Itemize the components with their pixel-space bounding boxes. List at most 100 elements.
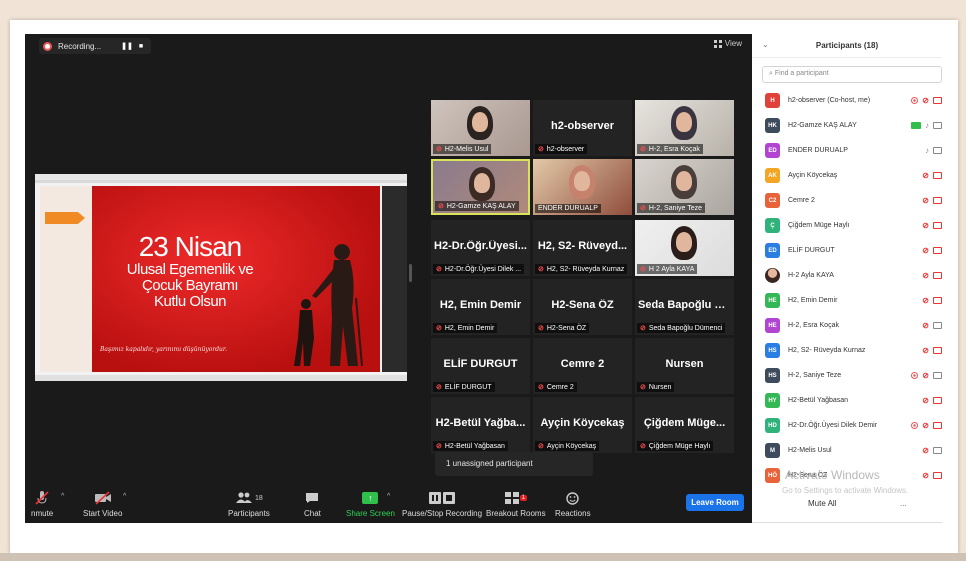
participant-video-tile[interactable]: H2-Sena ÖZ ⊘ H2-Sena ÖZ [533, 279, 632, 335]
mic-muted-icon: ⊘ [640, 384, 646, 391]
participant-video-tile[interactable]: H2, Emin Demir ⊘ H2, Emin Demir [431, 279, 530, 335]
mic-muted-icon [34, 489, 50, 507]
participant-name-label: ⊘ H2-Dr.Öğr.Üyesi Dilek ... [433, 264, 525, 274]
participant-status-icons: ⊘ [922, 396, 942, 405]
participant-row[interactable]: M H2-Melis Usul ⊘ [752, 438, 942, 463]
pause-stop-label: Pause/Stop Recording [402, 509, 483, 518]
participant-video-tile[interactable]: Çiğdem Müge... ⊘ Çiğdem Müge Haylı [635, 397, 734, 453]
participant-name: H2-Melis Usul [444, 145, 489, 153]
participant-video-tile[interactable]: Ayçin Köycekaş ⊘ Ayçin Köycekaş [533, 397, 632, 453]
avatar: HY [765, 393, 780, 408]
participant-row[interactable]: HS H-2, Saniye Teze ⊘ [752, 363, 942, 388]
participants-button[interactable]: 18 Participants [228, 489, 270, 518]
participant-row[interactable]: HK H2-Gamze KAŞ ALAY ♪ [752, 113, 942, 138]
participant-name: Ayçin Köycekaş [546, 442, 597, 450]
participant-name-label: ⊘ H2-Betül Yağbasan [433, 441, 508, 451]
presentation-slide: 23 Nisan Ulusal Egemenlik ve Çocuk Bayra… [40, 186, 380, 372]
participant-status-icons: ♪ [911, 121, 942, 130]
participant-video-tile[interactable]: H2-Dr.Öğr.Üyesi... ⊘ H2-Dr.Öğr.Üyesi Dilek… [431, 220, 530, 276]
participant-row[interactable]: ED ENDER DURUALP ♪ [752, 138, 942, 163]
avatar: AK [765, 168, 780, 183]
more-options-button[interactable]: ... [900, 499, 907, 508]
mute-all-button[interactable]: Mute All [808, 499, 836, 508]
participant-status-icons: ⊘ [922, 346, 942, 355]
breakout-rooms-button[interactable]: 1 Breakout Rooms [486, 489, 546, 518]
view-button[interactable]: View [713, 39, 742, 48]
slide-quote: Başımız kapalıdır, yarınımı düşünüyordur… [100, 346, 228, 353]
audio-options-chevron-icon[interactable]: ^ [61, 493, 64, 500]
participant-search-input[interactable]: ⌕ Find a participant [762, 66, 942, 83]
stop-recording-icon[interactable]: ■ [139, 43, 143, 50]
video-icon [933, 322, 942, 329]
participant-video-tile[interactable]: ⊘ H2-Gamze KAŞ ALAY [431, 159, 530, 215]
participant-row[interactable]: HS H2, S2- Rüveyda Kurnaz ⊘ [752, 338, 942, 363]
participant-display-name: Seda Bapoğlu D... [638, 299, 731, 311]
mic-muted-icon: ⊘ [640, 205, 646, 212]
participant-video-tile[interactable]: Seda Bapoğlu D... ⊘ Seda Bapoğlu Dümenci [635, 279, 734, 335]
participant-status-icons: ⊘ [922, 221, 942, 230]
shared-window-statusbar [35, 375, 407, 381]
participant-name-label: ⊘ H2-Gamze KAŞ ALAY [435, 201, 519, 211]
participant-row[interactable]: HY H2-Betül Yağbasan ⊘ [752, 388, 942, 413]
participant-status-icons: ⊘ [922, 246, 942, 255]
split-resize-handle[interactable] [409, 264, 412, 282]
participant-status-icons: ⊘ [922, 171, 942, 180]
participant-name: ELİF DURGUT [444, 383, 492, 391]
participant-row[interactable]: HD H2-Dr.Öğr.Üyesi Dilek Demir ⊘ [752, 413, 942, 438]
zoom-meeting-area: Recording... ❚❚ ■ View 23 Nisan Ulusal E… [25, 34, 752, 523]
participants-count: 18 [255, 494, 263, 502]
avatar: Ç [765, 218, 780, 233]
participant-status-icons: ⊘ [922, 471, 942, 480]
participant-video-tile[interactable]: ENDER DURUALP [533, 159, 632, 215]
participant-name-label: ⊘ Nursen [637, 382, 675, 392]
start-video-button[interactable]: Start Video [83, 489, 122, 518]
mic-muted-icon: ⊘ [922, 396, 929, 405]
video-off-icon [933, 172, 942, 179]
unmute-button[interactable]: nmute [31, 489, 53, 518]
participant-video-tile[interactable]: h2-observer ⊘ h2-observer [533, 100, 632, 156]
participant-video-tile[interactable]: H2-Betül Yağba... ⊘ H2-Betül Yağbasan [431, 397, 530, 453]
participant-row-name: Cemre 2 [788, 197, 815, 204]
chat-button[interactable]: Chat [304, 489, 321, 518]
participant-row[interactable]: ED ELİF DURGUT ⊘ [752, 238, 942, 263]
participant-row[interactable]: HE H2, Emin Demir ⊘ [752, 288, 942, 313]
avatar: C2 [765, 193, 780, 208]
slide-title-line1: 23 Nisan [138, 231, 243, 262]
participant-video-tile[interactable]: Nursen ⊘ Nursen [635, 338, 734, 394]
participant-row[interactable]: Ç Çiğdem Müge Haylı ⊘ [752, 213, 942, 238]
activate-windows-title: Activate Windows [785, 468, 880, 482]
share-options-chevron-icon[interactable]: ^ [387, 493, 390, 500]
pause-stop-icon [428, 489, 456, 507]
participant-row[interactable]: C2 Cemre 2 ⊘ [752, 188, 942, 213]
shared-window-sidebar [382, 186, 407, 372]
mic-muted-icon: ⊘ [436, 266, 442, 273]
participant-face-skin [574, 171, 590, 191]
participant-row-name: ELİF DURGUT [788, 247, 835, 254]
participant-video-tile[interactable]: ⊘ H-2, Esra Koçak [635, 100, 734, 156]
participant-name-label: ENDER DURUALP [535, 204, 601, 213]
reactions-button[interactable]: Reactions [555, 489, 591, 518]
participant-video-tile[interactable]: Cemre 2 ⊘ Cemre 2 [533, 338, 632, 394]
leave-room-button[interactable]: Leave Room [686, 494, 744, 511]
participant-video-tile[interactable]: ELİF DURGUT ⊘ ELİF DURGUT [431, 338, 530, 394]
participant-row[interactable]: AK Ayçin Köycekaş ⊘ [752, 163, 942, 188]
participant-row[interactable]: HE H-2, Esra Koçak ⊘ [752, 313, 942, 338]
video-off-icon [933, 297, 942, 304]
participant-video-tile[interactable]: H2, S2- Rüveyd... ⊘ H2, S2- Rüveyda Kurnaz [533, 220, 632, 276]
participants-panel-title: Participants (18) [815, 41, 879, 50]
participant-row[interactable]: Hh2-observer (Co-host, me) ⊘ [752, 88, 942, 113]
grid-icon [713, 39, 722, 48]
participant-row[interactable]: H-2 Ayla KAYA ⊘ [752, 263, 942, 288]
video-options-chevron-icon[interactable]: ^ [123, 493, 126, 500]
avatar: M [765, 443, 780, 458]
share-screen-label: Share Screen [346, 509, 395, 518]
video-off-icon [933, 222, 942, 229]
mic-muted-icon: ⊘ [922, 171, 929, 180]
pause-stop-recording-button[interactable]: Pause/Stop Recording [402, 489, 482, 518]
participant-video-tile[interactable]: ⊘ H 2 Ayla KAYA [635, 220, 734, 276]
participant-video-tile[interactable]: ⊘ H2-Melis Usul [431, 100, 530, 156]
mic-muted-icon: ⊘ [538, 443, 544, 450]
mic-muted-icon: ⊘ [922, 371, 929, 380]
pause-recording-icon[interactable]: ❚❚ [121, 42, 133, 50]
participant-video-tile[interactable]: ⊘ H-2, Saniye Teze [635, 159, 734, 215]
